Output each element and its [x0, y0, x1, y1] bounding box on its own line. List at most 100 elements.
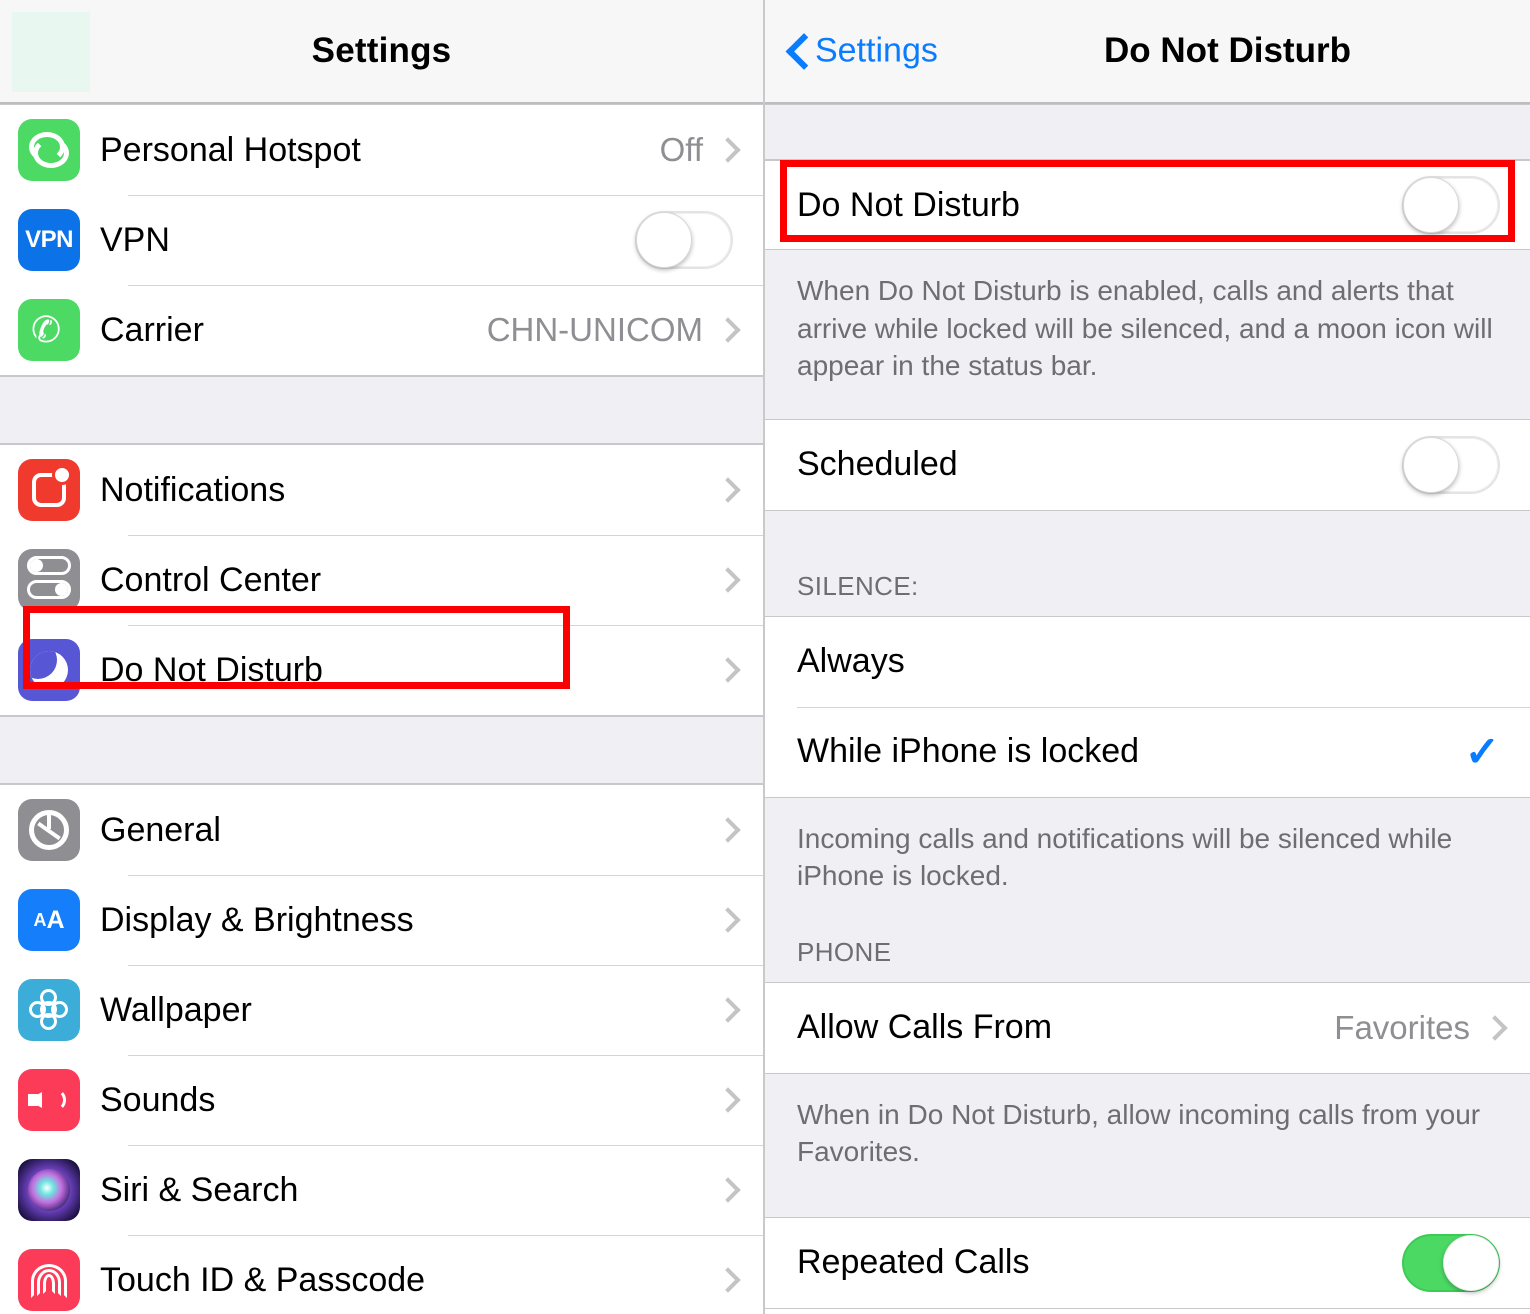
dnd-main-group: Do Not Disturb	[765, 160, 1530, 250]
chevron-right-icon	[715, 907, 741, 933]
sidebar-item-label: Notifications	[100, 470, 286, 509]
settings-group-connectivity: Personal Hotspot Off VPN VPN ✆ Carrier C…	[0, 104, 763, 376]
scheduled-toggle[interactable]	[1402, 435, 1500, 494]
sidebar-item-label: Sounds	[100, 1080, 216, 1119]
silence-footer-text: Incoming calls and notifications will be…	[765, 797, 1530, 913]
silence-option-label: Always	[797, 642, 905, 681]
notifications-icon	[18, 459, 80, 521]
sidebar-item-wallpaper[interactable]: Wallpaper	[0, 965, 763, 1055]
section-gap-top	[765, 104, 1530, 160]
sidebar-item-value: CHN-UNICOM	[486, 311, 703, 348]
toggle-knob	[1403, 177, 1459, 233]
chevron-right-icon	[715, 1267, 741, 1293]
sidebar-item-label: General	[100, 810, 221, 849]
sounds-icon	[18, 1069, 80, 1131]
sidebar-item-display-brightness[interactable]: AA Display & Brightness	[0, 875, 763, 965]
sidebar-item-label: VPN	[100, 220, 170, 259]
sidebar-item-label: Touch ID & Passcode	[100, 1260, 426, 1299]
chevron-right-icon	[715, 1087, 741, 1113]
dnd-navbar: Settings Do Not Disturb	[765, 0, 1530, 104]
phone-glyph: ✆	[31, 309, 62, 350]
scheduled-label: Scheduled	[797, 445, 958, 484]
scheduled-group: Scheduled	[765, 418, 1530, 511]
chevron-right-icon	[715, 657, 741, 683]
ios-settings-split-view: Settings Personal Hotspot Off VPN VPN ✆ …	[0, 0, 1530, 1314]
touch-id-icon	[18, 1249, 80, 1311]
repeated-calls-group: Repeated Calls	[765, 1216, 1530, 1309]
sidebar-item-control-center[interactable]: Control Center	[0, 535, 763, 625]
scheduled-row[interactable]: Scheduled	[765, 419, 1530, 510]
siri-icon	[18, 1159, 80, 1221]
sidebar-item-do-not-disturb[interactable]: Do Not Disturb	[0, 625, 763, 715]
dnd-row-label: Do Not Disturb	[797, 185, 1020, 224]
navbar-tint-block	[12, 12, 90, 92]
back-button-label: Settings	[815, 31, 938, 70]
sidebar-item-label: Siri & Search	[100, 1170, 299, 1209]
do-not-disturb-icon	[18, 639, 80, 701]
settings-group-notifications: Notifications Control Center Do Not Dist…	[0, 444, 763, 716]
repeated-calls-label: Repeated Calls	[797, 1243, 1030, 1282]
page-title: Settings	[311, 31, 452, 70]
do-not-disturb-toggle[interactable]	[1402, 176, 1500, 234]
sidebar-item-personal-hotspot[interactable]: Personal Hotspot Off	[0, 105, 763, 195]
section-gap	[0, 716, 763, 784]
chevron-right-icon	[715, 567, 741, 593]
chevron-right-icon	[715, 1177, 741, 1203]
sidebar-item-vpn[interactable]: VPN VPN	[0, 195, 763, 285]
sidebar-item-siri-search[interactable]: Siri & Search	[0, 1145, 763, 1235]
chevron-right-icon	[715, 317, 741, 343]
sidebar-item-sounds[interactable]: Sounds	[0, 1055, 763, 1145]
toggle-knob	[636, 212, 692, 268]
silence-option-while-locked[interactable]: While iPhone is locked ✓	[765, 706, 1530, 797]
sidebar-item-label: Control Center	[100, 560, 322, 599]
chevron-left-icon	[787, 33, 809, 69]
chevron-right-icon	[1482, 1014, 1508, 1041]
allow-calls-from-row[interactable]: Allow Calls From Favorites	[765, 982, 1530, 1073]
chevron-right-icon	[715, 137, 741, 163]
silence-option-label: While iPhone is locked	[797, 732, 1140, 771]
settings-navbar: Settings	[0, 0, 763, 104]
back-to-settings-button[interactable]: Settings	[787, 32, 938, 71]
display-icon-text-big: A	[46, 905, 65, 934]
display-brightness-icon: AA	[18, 889, 80, 951]
allow-calls-label: Allow Calls From	[797, 1008, 1053, 1047]
sidebar-item-touch-id-passcode[interactable]: Touch ID & Passcode	[0, 1235, 763, 1314]
sidebar-item-label: Carrier	[100, 310, 204, 349]
sidebar-item-label: Personal Hotspot	[100, 130, 361, 169]
repeated-calls-toggle[interactable]	[1402, 1233, 1500, 1292]
section-gap	[0, 376, 763, 444]
sidebar-item-general[interactable]: General	[0, 785, 763, 875]
silence-options-group: Always While iPhone is locked ✓	[765, 615, 1530, 798]
carrier-icon: ✆	[18, 299, 80, 361]
phone-section-header: PHONE	[765, 912, 1530, 982]
repeated-calls-row[interactable]: Repeated Calls	[765, 1217, 1530, 1308]
silence-section-header: SILENCE:	[765, 510, 1530, 616]
checkmark-icon: ✓	[1464, 727, 1500, 775]
do-not-disturb-detail-panel: Settings Do Not Disturb Do Not Disturb W…	[765, 0, 1530, 1314]
sidebar-item-label: Wallpaper	[100, 990, 252, 1029]
chevron-right-icon	[715, 997, 741, 1023]
silence-option-always[interactable]: Always	[765, 616, 1530, 707]
sidebar-item-carrier[interactable]: ✆ Carrier CHN-UNICOM	[0, 285, 763, 375]
phone-group: Allow Calls From Favorites	[765, 981, 1530, 1074]
detail-page-title-text: Do Not Disturb	[1104, 31, 1351, 70]
dnd-footer-text: When Do Not Disturb is enabled, calls an…	[765, 250, 1530, 419]
sidebar-item-label: Do Not Disturb	[100, 650, 323, 689]
allow-calls-value: Favorites	[1334, 1008, 1470, 1046]
hotspot-icon	[18, 119, 80, 181]
phone-footer-text: When in Do Not Disturb, allow incoming c…	[765, 1073, 1530, 1217]
sidebar-item-notifications[interactable]: Notifications	[0, 445, 763, 535]
settings-master-panel: Settings Personal Hotspot Off VPN VPN ✆ …	[0, 0, 765, 1314]
sidebar-item-label: Display & Brightness	[100, 900, 414, 939]
toggle-knob	[1403, 436, 1459, 493]
dnd-toggle-row[interactable]: Do Not Disturb	[765, 161, 1530, 249]
control-center-icon	[18, 549, 80, 611]
vpn-toggle[interactable]	[635, 211, 733, 269]
vpn-icon-text: VPN	[25, 226, 73, 253]
toggle-knob	[1443, 1234, 1499, 1291]
display-icon-text-small: A	[33, 909, 47, 930]
general-gear-icon	[18, 799, 80, 861]
vpn-icon: VPN	[18, 209, 80, 271]
settings-group-system: General AA Display & Brightness Wallpape…	[0, 784, 763, 1314]
wallpaper-icon	[18, 979, 80, 1041]
